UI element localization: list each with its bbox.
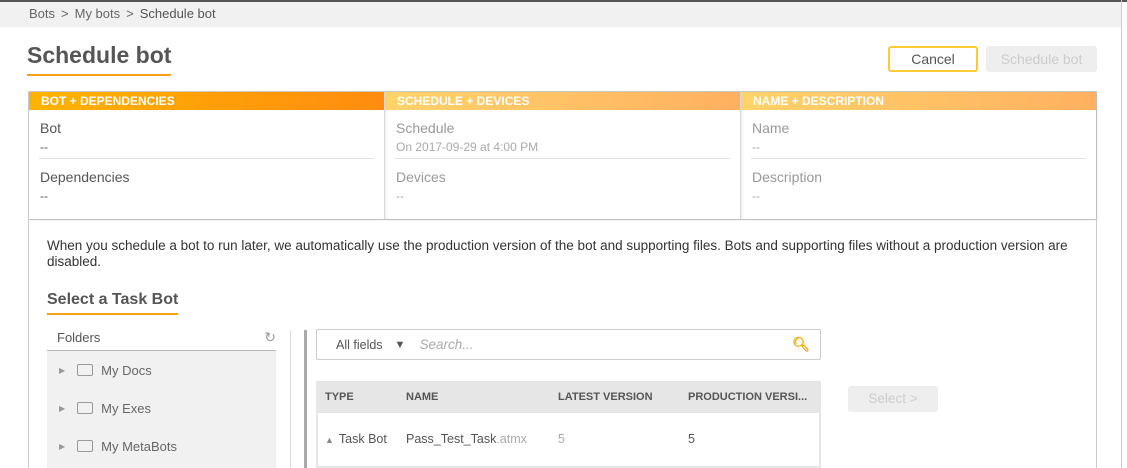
window-right-border [1121,0,1122,468]
folder-icon [77,364,94,376]
type-label: Task Bot [338,432,387,446]
bot-extension: .atmx [496,432,527,446]
folder-item[interactable]: ▶ My Docs [47,351,276,389]
folders-panel: Folders ↻ ▶ My Docs ▶ My Exes ▶ My MetaBots [47,327,276,468]
field-label: Description [752,169,823,185]
expand-icon[interactable]: ▶ [59,442,65,451]
breadcrumb-my-bots[interactable]: My bots [75,6,121,21]
field-value: -- [752,140,760,154]
cell-type: ▲ Task Bot [318,432,406,446]
content-border-left [28,220,29,468]
field-label: Schedule [396,120,455,136]
content-border-right [1096,220,1097,468]
field-value: -- [752,189,760,203]
refresh-icon[interactable]: ↻ [264,329,276,346]
folder-label: My Exes [101,400,151,416]
schedule-bot-button[interactable]: Schedule bot [986,46,1097,72]
field-select[interactable]: All fields [336,338,383,352]
breadcrumb-bots[interactable]: Bots [29,6,55,21]
field-value: -- [40,140,48,154]
field-value: -- [40,189,48,203]
panel-resize-handle[interactable] [304,330,307,468]
folders-header: Folders ↻ [47,327,276,351]
expand-icon[interactable]: ▶ [59,404,65,413]
field-description: Description -- [751,158,1086,206]
cell-latest-version: 5 [558,432,565,446]
cell-name: Pass_Test_Task.atmx [406,432,558,446]
card-name-description[interactable]: NAME + DESCRIPTION Name -- Description -- [741,92,1096,219]
info-text: When you schedule a bot to run later, we… [47,238,1068,269]
field-label: Devices [396,169,446,185]
search-bar: All fields ▼ Search... 🔍︎ [316,329,821,360]
folder-icon [77,440,94,452]
folder-label: My Docs [101,362,152,378]
search-input[interactable]: Search... [419,337,792,352]
panel-divider [290,330,291,468]
field-name: Name -- [751,110,1086,158]
expand-icon[interactable]: ▶ [59,366,65,375]
folder-item[interactable]: ▶ My MetaBots [47,427,276,465]
cell-production-version: 5 [688,432,695,446]
field-label: Bot [40,120,62,136]
column-production-version[interactable]: PRODUCTION VERSI... [688,391,819,403]
summary-cards: BOT + DEPENDENCIES Bot -- Dependencies -- … [28,91,1097,220]
bots-table: TYPE NAME LATEST VERSION PRODUCTION VERS… [316,381,821,468]
card-header: SCHEDULE + DEVICES [385,92,740,110]
column-latest-version[interactable]: LATEST VERSION [558,391,688,403]
card-header: NAME + DESCRIPTION [741,92,1096,110]
field-label: Dependencies [40,169,130,185]
field-dependencies: Dependencies -- [39,158,374,206]
folder-icon [77,402,94,414]
bot-name: Pass_Test_Task [406,432,497,446]
folders-title: Folders [57,330,101,345]
folder-item[interactable]: ▶ My Exes [47,389,276,427]
field-schedule: Schedule On 2017-09-29 at 4:00 PM [395,110,730,158]
column-type[interactable]: TYPE [318,391,406,403]
card-bot-dependencies[interactable]: BOT + DEPENDENCIES Bot -- Dependencies -- [29,92,385,219]
table-row[interactable]: ▲ Task Bot Pass_Test_Task.atmx 5 5 [318,413,819,465]
column-name[interactable]: NAME [406,391,558,403]
chevron-down-icon[interactable]: ▼ [395,339,406,351]
field-devices: Devices -- [395,158,730,206]
page-title: Schedule bot [27,42,172,76]
field-label: Name [752,120,790,136]
field-bot: Bot -- [39,110,374,158]
task-bot-icon: ▲ [325,435,334,445]
card-schedule-devices[interactable]: SCHEDULE + DEVICES Schedule On 2017-09-29… [385,92,741,219]
section-title: Select a Task Bot [47,291,179,315]
select-button[interactable]: Select > [848,386,938,412]
field-value: -- [396,189,404,203]
breadcrumb: Bots > My bots > Schedule bot [0,2,1122,27]
breadcrumb-separator: > [61,6,69,21]
breadcrumb-current: Schedule bot [139,6,216,21]
search-icon[interactable]: 🔍︎ [792,336,810,353]
breadcrumb-separator: > [126,6,134,21]
card-header: BOT + DEPENDENCIES [29,92,384,110]
field-value: On 2017-09-29 at 4:00 PM [396,140,539,154]
cancel-button[interactable]: Cancel [888,46,978,72]
table-header: TYPE NAME LATEST VERSION PRODUCTION VERS… [318,381,819,413]
folder-label: My MetaBots [101,438,178,454]
